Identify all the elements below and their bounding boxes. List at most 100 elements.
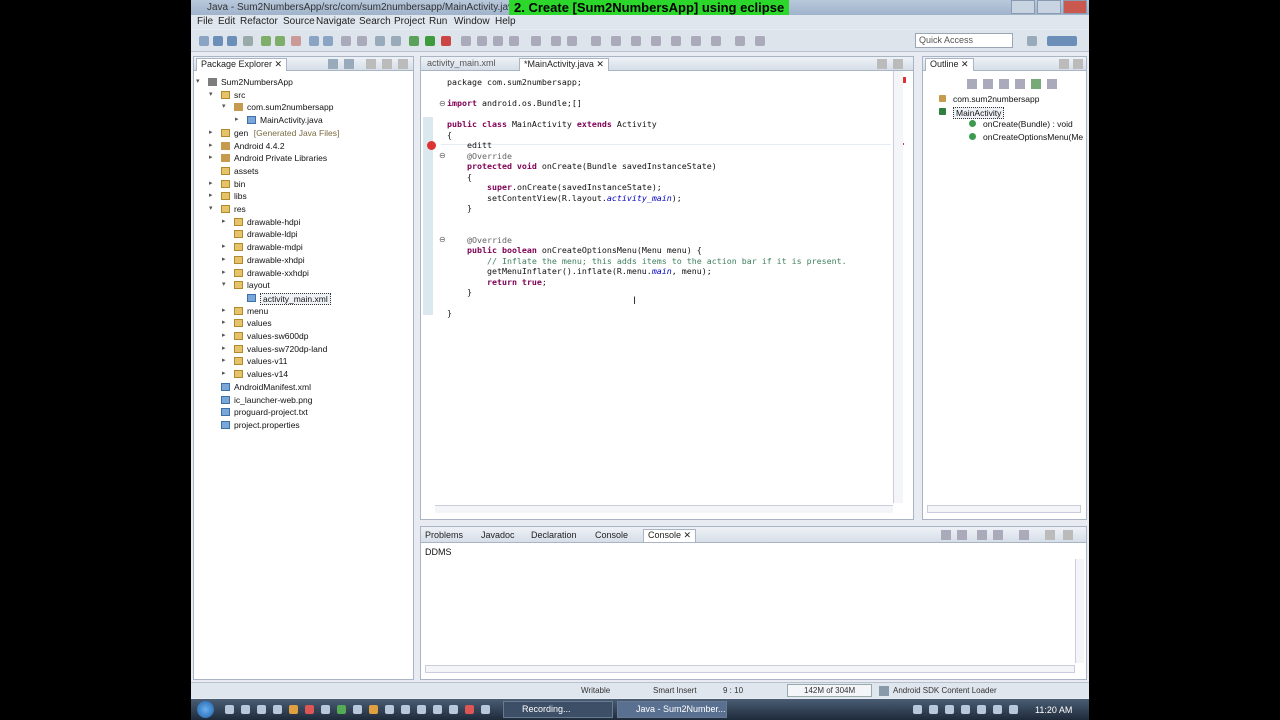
- prev-annotation-icon[interactable]: [509, 36, 519, 46]
- collapse-outline-icon[interactable]: [1047, 79, 1057, 89]
- taskbar-eclipse[interactable]: Java - Sum2Number...: [617, 701, 727, 718]
- tree-item[interactable]: ▸ Android Private Libraries: [194, 152, 412, 164]
- scroll-lock-icon[interactable]: [957, 530, 967, 540]
- tree-item[interactable]: ▸ menu: [194, 305, 412, 317]
- expand-arrow-icon[interactable]: ▸: [209, 141, 213, 149]
- maximize-view-icon[interactable]: [398, 59, 408, 69]
- tree-item[interactable]: ▾ src: [194, 89, 412, 101]
- sort-icon[interactable]: [1031, 79, 1041, 89]
- tab-problems[interactable]: Problems: [425, 530, 463, 540]
- new-icon[interactable]: [199, 36, 209, 46]
- pin-console-icon[interactable]: [977, 530, 987, 540]
- flag-icon[interactable]: [993, 705, 1002, 714]
- tree-item[interactable]: ▸ Android 4.4.2: [194, 140, 412, 152]
- minimize-button[interactable]: [1011, 0, 1035, 14]
- quicklaunch-icon[interactable]: [433, 705, 442, 714]
- outline-item[interactable]: MainActivity: [953, 106, 1005, 119]
- quicklaunch-icon[interactable]: [353, 705, 362, 714]
- fold-oncreate-icon[interactable]: ⊖: [439, 151, 446, 160]
- hide-fields-icon[interactable]: [967, 79, 977, 89]
- minimize-editor-icon[interactable]: [877, 59, 887, 69]
- menu-run[interactable]: Run: [429, 16, 447, 27]
- network-icon[interactable]: [977, 705, 986, 714]
- expand-arrow-icon[interactable]: ▸: [222, 331, 226, 339]
- expand-arrow-icon[interactable]: ▸: [222, 268, 226, 276]
- quicklaunch-icon[interactable]: [417, 705, 426, 714]
- expand-arrow-icon[interactable]: ▾: [222, 102, 226, 110]
- tree-item[interactable]: project.properties: [194, 419, 412, 431]
- expand-arrow-icon[interactable]: ▸: [222, 255, 226, 263]
- quicklaunch-icon[interactable]: [401, 705, 410, 714]
- minimize-console-icon[interactable]: [1045, 530, 1055, 540]
- show-whitespace-icon[interactable]: [611, 36, 621, 46]
- tree-item[interactable]: ic_launcher-web.png: [194, 394, 412, 406]
- tray-icon[interactable]: [913, 705, 922, 714]
- expand-arrow-icon[interactable]: ▾: [209, 204, 213, 212]
- maximize-outline-icon[interactable]: [1073, 59, 1083, 69]
- maximize-editor-view-icon[interactable]: [893, 59, 903, 69]
- collapse-all-icon[interactable]: [328, 59, 338, 69]
- open-console-icon[interactable]: [1019, 530, 1029, 540]
- quicklaunch-icon[interactable]: [337, 705, 346, 714]
- menu-file[interactable]: File: [197, 16, 213, 27]
- expand-arrow-icon[interactable]: ▸: [209, 191, 213, 199]
- quicklaunch-icon[interactable]: [369, 705, 378, 714]
- quicklaunch-icon[interactable]: [257, 705, 266, 714]
- tree-item[interactable]: ▸ values-v11: [194, 355, 412, 367]
- quicklaunch-icon[interactable]: [321, 705, 330, 714]
- close-button[interactable]: [1063, 0, 1087, 14]
- menu-search[interactable]: Search: [359, 16, 391, 27]
- tree-item[interactable]: ▸ libs: [194, 190, 412, 202]
- tree-item[interactable]: ▸ MainActivity.java: [194, 114, 412, 126]
- view-menu-icon[interactable]: [366, 59, 376, 69]
- expand-arrow-icon[interactable]: ▸: [222, 242, 226, 250]
- android-sdk-icon[interactable]: [261, 36, 271, 46]
- fold-onmenu-icon[interactable]: ⊖: [439, 235, 446, 244]
- quick-access-input[interactable]: Quick Access: [915, 33, 1013, 48]
- expand-arrow-icon[interactable]: ▸: [235, 115, 239, 123]
- menu-help[interactable]: Help: [495, 16, 516, 27]
- menu-edit[interactable]: Edit: [218, 16, 235, 27]
- expand-arrow-icon[interactable]: ▾: [196, 77, 200, 85]
- expand-arrow-icon[interactable]: ▸: [222, 369, 226, 377]
- tree-item[interactable]: assets: [194, 165, 412, 177]
- open-perspective-icon[interactable]: [755, 36, 765, 46]
- menu-refactor[interactable]: Refactor: [240, 16, 278, 27]
- link-editor-icon[interactable]: [344, 59, 354, 69]
- expand-arrow-icon[interactable]: ▾: [209, 90, 213, 98]
- last-edit-icon[interactable]: [531, 36, 541, 46]
- nav-forward-icon[interactable]: [567, 36, 577, 46]
- hide-nonpublic-icon[interactable]: [999, 79, 1009, 89]
- history-back-icon[interactable]: [691, 36, 701, 46]
- tree-item[interactable]: ▸ drawable-hdpi: [194, 216, 412, 228]
- quicklaunch-icon[interactable]: [385, 705, 394, 714]
- menu-window[interactable]: Window: [454, 16, 490, 27]
- console-horizontal-scrollbar[interactable]: [425, 665, 1075, 673]
- run-icon[interactable]: [425, 36, 435, 46]
- avd-manager-icon[interactable]: [275, 36, 285, 46]
- volume-icon[interactable]: [1009, 705, 1018, 714]
- tree-item[interactable]: ▸ values-sw720dp-land: [194, 343, 412, 355]
- tree-item[interactable]: ▾ res: [194, 203, 412, 215]
- minimize-view-icon[interactable]: [382, 59, 392, 69]
- block-select-icon[interactable]: [671, 36, 681, 46]
- outline-item[interactable]: onCreateOptionsMenu(Me: [983, 132, 1083, 142]
- expand-arrow-icon[interactable]: ▸: [222, 344, 226, 352]
- hide-local-types-icon[interactable]: [1015, 79, 1025, 89]
- perspective-icon[interactable]: [1027, 36, 1037, 46]
- outline-item[interactable]: com.sum2numbersapp: [953, 94, 1039, 104]
- outline-horizontal-scrollbar[interactable]: [927, 505, 1081, 513]
- expand-arrow-icon[interactable]: ▸: [222, 306, 226, 314]
- tree-item[interactable]: ▾ Sum2NumbersApp: [194, 76, 412, 88]
- print-icon[interactable]: [243, 36, 253, 46]
- fold-import-icon[interactable]: ⊖: [439, 99, 446, 108]
- quicklaunch-icon[interactable]: [241, 705, 250, 714]
- progress-icon[interactable]: [879, 686, 889, 696]
- tree-item[interactable]: ▸ drawable-xhdpi: [194, 254, 412, 266]
- quicklaunch-icon[interactable]: [449, 705, 458, 714]
- pin-icon[interactable]: [591, 36, 601, 46]
- tree-item[interactable]: activity_main.xml: [194, 292, 412, 305]
- expand-arrow-icon[interactable]: ▸: [222, 217, 226, 225]
- tab-outline[interactable]: Outline ✕: [925, 58, 974, 71]
- tab-console-active[interactable]: Console ✕: [643, 529, 697, 542]
